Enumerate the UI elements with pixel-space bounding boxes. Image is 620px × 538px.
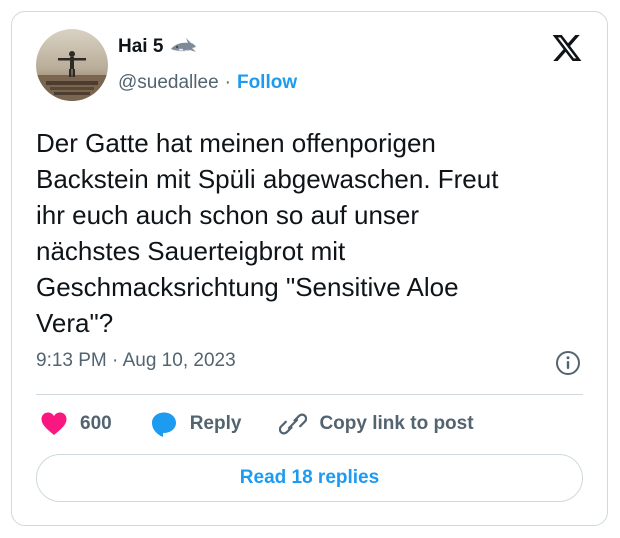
tweet-card: Hai 5 @suedallee · Follow Der Gatte hat …	[11, 11, 608, 526]
author-name-row: Hai 5	[118, 36, 197, 58]
reply-bubble-icon	[151, 412, 176, 437]
tweet-text: Der Gatte hat meinen offenporigen Backst…	[36, 128, 499, 338]
author-display-name[interactable]: Hai 5	[118, 36, 163, 58]
separator-dot: ·	[224, 72, 231, 93]
copy-link-label: Copy link to post	[319, 413, 474, 434]
like-count: 600	[80, 413, 112, 434]
tweet-timestamp[interactable]: 9:13 PM · Aug 10, 2023	[36, 350, 236, 372]
reply-label: Reply	[189, 413, 242, 434]
link-icon	[279, 413, 308, 435]
divider	[36, 394, 583, 395]
shark-icon	[169, 37, 197, 57]
info-icon[interactable]	[555, 350, 581, 376]
reply-button[interactable]: Reply	[150, 410, 242, 438]
author-handle[interactable]: @suedallee	[118, 72, 219, 94]
x-logo-icon[interactable]	[551, 32, 583, 64]
heart-icon	[41, 412, 67, 435]
like-button[interactable]: 600	[40, 411, 112, 437]
read-replies-button[interactable]: Read 18 replies	[36, 454, 583, 502]
action-bar: 600 Reply Copy link to post	[40, 410, 512, 438]
follow-button[interactable]: Follow	[237, 72, 297, 94]
author-handle-row: @suedallee · Follow	[118, 72, 297, 94]
copy-link-button[interactable]: Copy link to post	[279, 410, 474, 438]
avatar[interactable]	[36, 29, 108, 101]
avatar-photo	[36, 29, 108, 101]
